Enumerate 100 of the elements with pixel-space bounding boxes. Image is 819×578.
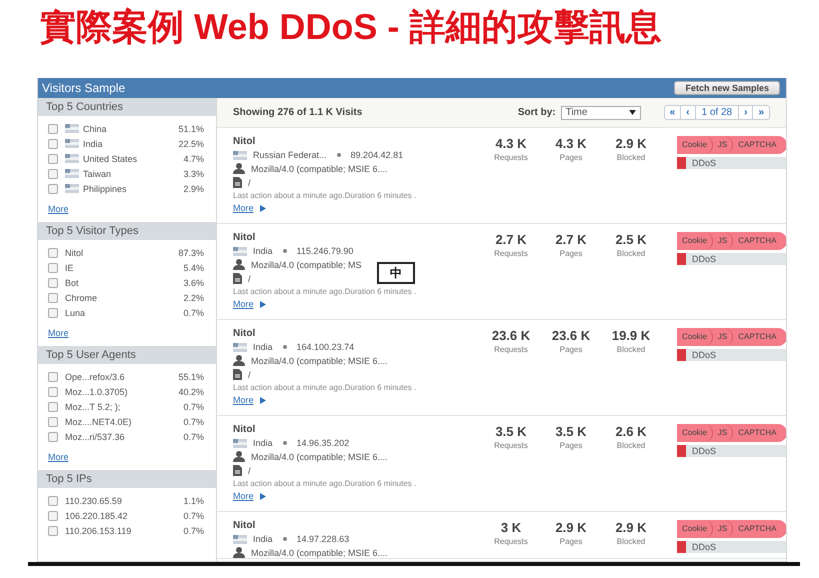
stat-label: Blocked xyxy=(616,249,646,258)
checkbox[interactable] xyxy=(48,496,58,506)
checkbox[interactable] xyxy=(48,308,58,318)
checkbox[interactable] xyxy=(48,526,58,536)
checkbox[interactable] xyxy=(48,262,58,272)
stat-value: 3.5 K xyxy=(555,424,587,439)
filter-label: 110.230.65.59 xyxy=(65,496,123,506)
visitor-ip: 14.97.228.63 xyxy=(296,534,350,544)
challenge-label: JS xyxy=(712,520,734,538)
previous-page-button[interactable]: ‹ xyxy=(680,105,696,120)
filter-percent: 0.7% xyxy=(183,416,204,426)
stat-value: 2.7 K xyxy=(495,232,527,247)
checkbox[interactable] xyxy=(48,432,58,442)
filter-percent: 51.1% xyxy=(178,124,204,134)
stat-label: Requests xyxy=(494,441,528,450)
visitor-ip: 89.204.42.81 xyxy=(350,150,404,160)
checkbox[interactable] xyxy=(48,292,58,302)
filter-label: China xyxy=(83,124,108,134)
checkbox[interactable] xyxy=(48,416,58,426)
document-icon xyxy=(233,465,242,476)
document-icon xyxy=(233,177,242,188)
visits-summary: Showing 276 of 1.1 K Visits xyxy=(233,107,362,118)
challenge-label: JS xyxy=(712,232,734,250)
more-link[interactable]: More xyxy=(233,299,254,309)
stat-value: 2.9 K xyxy=(555,520,587,535)
checkbox[interactable] xyxy=(48,372,58,382)
challenge-label: JS xyxy=(712,424,734,442)
visitor-ip: 115.246.79.90 xyxy=(296,246,354,256)
flag-icon xyxy=(65,169,79,178)
last-page-button[interactable]: » xyxy=(752,105,770,120)
first-page-button[interactable]: « xyxy=(664,105,682,120)
bullet-icon xyxy=(282,249,287,253)
challenge-label: JS xyxy=(712,328,734,346)
flag-icon xyxy=(233,246,247,256)
checkbox[interactable] xyxy=(48,510,58,520)
more-link[interactable]: More xyxy=(48,452,69,462)
filter-label: Ope...refox/3.6 xyxy=(65,372,126,382)
flag-icon xyxy=(233,342,247,352)
stat-value: 2.7 K xyxy=(555,232,587,247)
stat-value: 2.5 K xyxy=(615,232,647,247)
filter-label: 106.220.185.42 xyxy=(65,510,129,520)
checkbox[interactable] xyxy=(48,402,58,412)
checkbox[interactable] xyxy=(48,124,58,134)
filter-label: 110.206.153.119 xyxy=(65,526,132,536)
page-path: / xyxy=(248,370,251,380)
checkbox[interactable] xyxy=(48,168,58,178)
stat-label: Requests xyxy=(494,537,528,546)
section-header: Top 5 Visitor Types xyxy=(38,222,216,240)
more-link[interactable]: More xyxy=(48,328,69,338)
filter-label: IE xyxy=(65,262,75,272)
more-link[interactable]: More xyxy=(233,203,254,213)
challenge-label: Cookie xyxy=(677,520,713,538)
sort-dropdown[interactable]: Time xyxy=(560,106,641,120)
stat-label: Blocked xyxy=(616,345,646,354)
page-path: / xyxy=(248,274,251,284)
input-method-indicator: 中 xyxy=(377,262,415,284)
tag-label: DDoS xyxy=(692,350,716,360)
slide-title: 實際案例 Web DDoS - 詳細的攻擊訊息 xyxy=(40,5,662,49)
filter-percent: 0.7% xyxy=(183,308,204,318)
flag-icon xyxy=(65,184,79,193)
filter-label: India xyxy=(83,138,104,148)
more-link[interactable]: More xyxy=(48,204,69,214)
stat-label: Pages xyxy=(560,537,582,546)
more-link[interactable]: More xyxy=(233,395,254,405)
fetch-button[interactable]: Fetch new Samples xyxy=(674,81,780,95)
stat-label: Blocked xyxy=(616,153,646,162)
more-link[interactable]: More xyxy=(233,491,254,501)
stat-label: Pages xyxy=(560,345,582,354)
last-action-text: Last action about a minute ago.Duration 6 minutes . xyxy=(233,383,418,392)
filter-label: Luna xyxy=(65,308,86,318)
visitor-country: India xyxy=(253,438,273,448)
filter-label: Taiwan xyxy=(83,168,112,178)
section-header: Top 5 IPs xyxy=(38,470,216,488)
checkbox[interactable] xyxy=(48,138,58,148)
flag-icon xyxy=(65,139,79,148)
stat-value: 23.6 K xyxy=(492,328,530,343)
filter-percent: 3.3% xyxy=(183,168,204,178)
play-icon xyxy=(260,492,266,500)
filter-label: Moz...ri/537.36 xyxy=(65,432,126,442)
checkbox[interactable] xyxy=(48,154,58,164)
stat-label: Pages xyxy=(560,441,582,450)
checkbox[interactable] xyxy=(48,248,58,258)
filter-percent: 1.1% xyxy=(183,496,204,506)
page-path: / xyxy=(248,466,251,476)
checkbox[interactable] xyxy=(48,278,58,288)
stat-value: 4.3 K xyxy=(555,136,587,151)
challenge-label: Cookie xyxy=(677,232,713,250)
filter-label: United States xyxy=(83,154,138,164)
flag-icon xyxy=(233,534,247,544)
visitor-type: Nitol xyxy=(233,232,256,243)
stat-value: 2.6 K xyxy=(615,424,647,439)
filter-label: Moz....NET4.0E) xyxy=(65,416,133,426)
section-header: Top 5 Countries xyxy=(38,98,216,116)
document-icon xyxy=(233,273,242,284)
next-page-button[interactable]: › xyxy=(738,105,754,120)
checkbox[interactable] xyxy=(48,386,58,396)
visitor-ip: 14.96.35.202 xyxy=(296,438,350,448)
filter-percent: 3.6% xyxy=(183,278,204,288)
checkbox[interactable] xyxy=(48,184,58,194)
stat-value: 2.9 K xyxy=(615,520,647,535)
